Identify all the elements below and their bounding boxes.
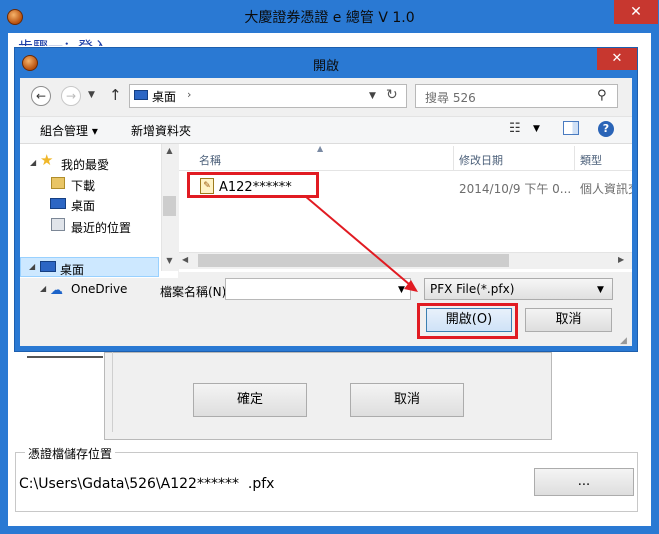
column-header-date[interactable]: 修改日期 bbox=[459, 152, 503, 168]
chevron-down-icon[interactable]: ▼ bbox=[533, 124, 540, 134]
organize-menu[interactable]: 組合管理 ▾ bbox=[40, 122, 98, 139]
close-icon[interactable]: ✕ bbox=[597, 48, 637, 70]
star-icon: ★ bbox=[40, 151, 54, 169]
open-dialog-title: 開啟 bbox=[312, 59, 339, 74]
toolbar bbox=[20, 116, 632, 144]
preview-pane-icon[interactable] bbox=[563, 121, 579, 135]
cancel-button[interactable]: 取消 bbox=[525, 308, 612, 332]
scroll-thumb[interactable] bbox=[163, 196, 176, 216]
file-type: 個人資訊交換 bbox=[580, 182, 632, 196]
tree-expand-icon[interactable]: ◢ bbox=[40, 284, 46, 293]
chevron-down-icon[interactable]: ▼ bbox=[597, 285, 604, 295]
new-folder-button[interactable]: 新增資料夾 bbox=[131, 122, 191, 139]
column-divider[interactable] bbox=[453, 146, 454, 170]
sidebar-item-downloads[interactable]: 下載 bbox=[71, 177, 95, 194]
desktop-icon bbox=[134, 90, 148, 100]
column-divider[interactable] bbox=[574, 146, 575, 170]
scroll-thumb[interactable] bbox=[198, 254, 509, 267]
recent-places-icon bbox=[51, 218, 65, 231]
sidebar-item-favorites[interactable]: 我的最愛 bbox=[61, 156, 109, 173]
help-icon[interactable]: ? bbox=[598, 121, 614, 137]
annotation-highlight bbox=[187, 172, 319, 198]
file-date: 2014/10/9 下午 0... bbox=[459, 182, 572, 196]
filename-label: 檔案名稱(N): bbox=[160, 285, 231, 299]
address-breadcrumb[interactable]: 桌面 bbox=[152, 88, 176, 105]
search-icon[interactable]: ⚲ bbox=[597, 88, 607, 103]
ok-button[interactable]: 確定 bbox=[193, 383, 307, 417]
save-location-title: 憑證檔儲存位置 bbox=[25, 445, 116, 462]
save-path-text: C:\Users\Gdata\526\A122****** .pfx bbox=[19, 476, 275, 492]
sidebar-item-onedrive[interactable]: OneDrive bbox=[71, 282, 127, 296]
forward-arrow-icon[interactable]: → bbox=[61, 86, 81, 106]
filetype-value: PFX File(*.pfx) bbox=[430, 282, 515, 296]
download-folder-icon bbox=[51, 177, 65, 189]
login-dialog-panel bbox=[112, 352, 549, 432]
divider bbox=[179, 170, 632, 171]
search-placeholder: 搜尋 526 bbox=[425, 91, 476, 105]
sidebar-item-recent[interactable]: 最近的位置 bbox=[71, 219, 131, 236]
sidebar-item-label: 桌面 bbox=[60, 263, 85, 277]
filename-input[interactable] bbox=[225, 278, 411, 300]
up-arrow-icon[interactable]: ↑ bbox=[109, 86, 122, 104]
step-label: 步驟一：登入 bbox=[18, 34, 108, 46]
column-header-type[interactable]: 類型 bbox=[580, 152, 602, 168]
back-arrow-icon[interactable]: ← bbox=[31, 86, 51, 106]
main-window-title: 大慶證券憑證 e 總管 V 1.0 bbox=[244, 10, 415, 26]
resize-grip-icon[interactable]: ◢ bbox=[620, 336, 627, 346]
cloud-icon: ☁ bbox=[50, 283, 63, 298]
desktop-icon bbox=[40, 261, 56, 272]
view-options-icon[interactable]: ☷ bbox=[509, 121, 521, 136]
desktop-icon bbox=[50, 198, 66, 209]
scroll-right-icon[interactable]: ▶ bbox=[618, 255, 624, 264]
chevron-down-icon[interactable]: ▼ bbox=[369, 91, 376, 101]
chevron-down-icon[interactable]: ▼ bbox=[398, 285, 405, 295]
tree-expand-icon[interactable]: ◢ bbox=[29, 262, 35, 271]
divider bbox=[27, 356, 103, 358]
chevron-right-icon[interactable]: › bbox=[187, 88, 191, 101]
refresh-icon[interactable]: ↻ bbox=[386, 87, 398, 103]
column-header-name[interactable]: 名稱 bbox=[199, 152, 221, 168]
browse-button[interactable]: ... bbox=[534, 468, 634, 496]
scroll-left-icon[interactable]: ◀ bbox=[182, 255, 188, 264]
cancel-button[interactable]: 取消 bbox=[350, 383, 464, 417]
tree-expand-icon[interactable]: ◢ bbox=[30, 158, 36, 167]
chevron-down-icon[interactable]: ▼ bbox=[88, 90, 95, 100]
sort-indicator-icon: ▲ bbox=[317, 144, 324, 153]
scroll-down-icon[interactable]: ▼ bbox=[161, 256, 178, 265]
annotation-highlight bbox=[417, 303, 518, 339]
sidebar-item-desktop[interactable]: 桌面 bbox=[71, 197, 95, 214]
scroll-up-icon[interactable]: ▲ bbox=[161, 146, 178, 155]
close-icon[interactable]: ✕ bbox=[614, 0, 658, 24]
